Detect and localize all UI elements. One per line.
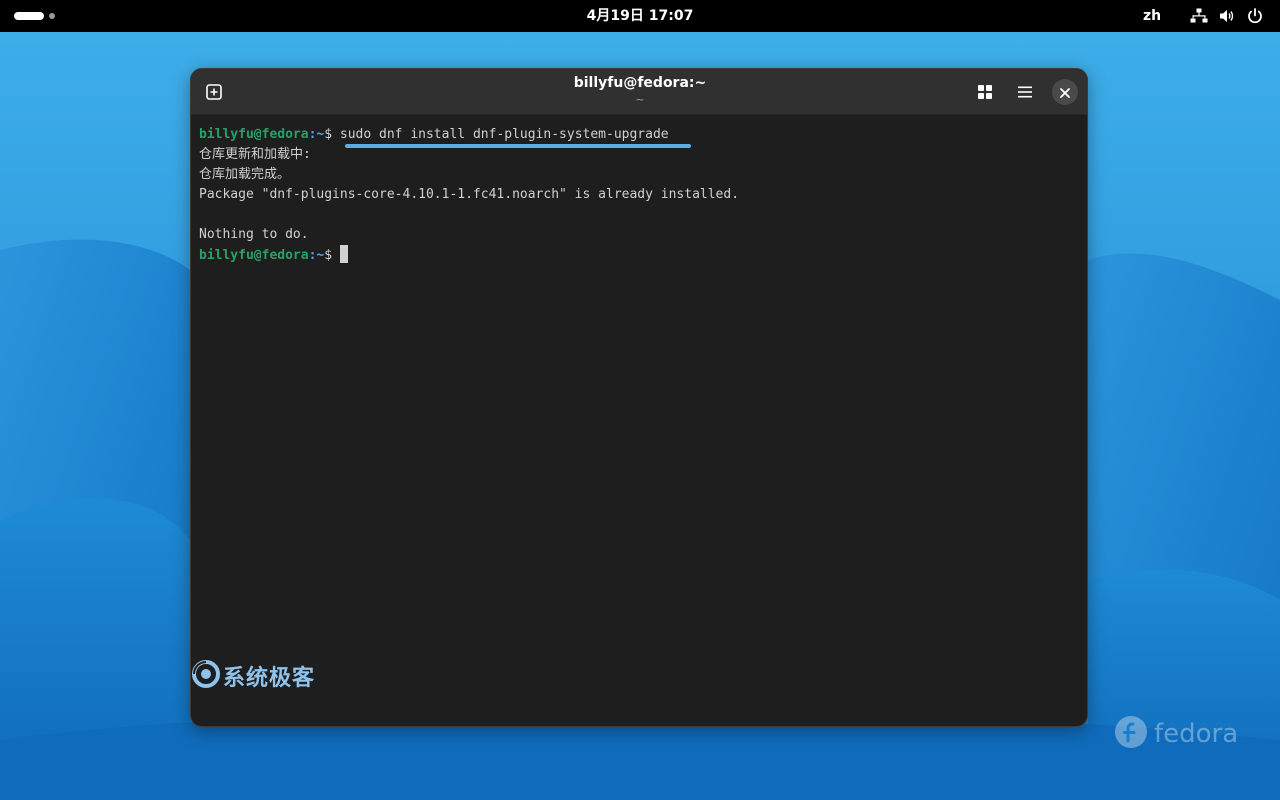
output-line: 仓库更新和加载中: xyxy=(199,147,311,162)
menu-icon xyxy=(1017,84,1033,100)
command-line: billyfu@fedora:~$ sudo dnf install dnf-p… xyxy=(199,125,1079,145)
tab-overview-icon xyxy=(977,84,993,100)
fedora-logo: fedora xyxy=(1114,716,1238,752)
watermark-logo-icon xyxy=(191,659,221,693)
window-title: billyfu@fedora:~ xyxy=(573,75,707,91)
terminal-window: billyfu@fedora:~ ~ billyfu@fedora:~$ sud… xyxy=(190,68,1088,727)
activities-indicator[interactable] xyxy=(14,11,55,21)
prompt-user: billyfu@fedora xyxy=(199,248,309,263)
active-prompt-line: billyfu@fedora:~$ xyxy=(199,245,1079,265)
prompt-symbol: $ xyxy=(324,127,340,142)
volume-icon[interactable] xyxy=(1218,7,1236,25)
watermark-text: 系统极客 xyxy=(223,666,316,691)
typed-command: sudo dnf install dnf-plugin-system-upgra… xyxy=(339,127,669,142)
power-icon[interactable] xyxy=(1246,7,1264,25)
header-bar[interactable]: billyfu@fedora:~ ~ xyxy=(191,69,1087,115)
prompt-path: :~ xyxy=(308,127,325,142)
close-icon xyxy=(1060,83,1070,102)
terminal-output[interactable]: billyfu@fedora:~$ sudo dnf install dnf-p… xyxy=(199,125,1079,265)
workspace-indicator xyxy=(49,13,55,19)
new-tab-icon xyxy=(205,83,223,101)
clock[interactable]: 4月19日 17:07 xyxy=(540,0,740,32)
fedora-logo-text: fedora xyxy=(1154,719,1239,749)
input-language-indicator[interactable]: zh xyxy=(1136,0,1168,32)
fedora-logo-icon xyxy=(1114,715,1148,753)
main-menu-button[interactable] xyxy=(1010,77,1040,107)
tab-overview-button[interactable] xyxy=(970,77,1000,107)
workspace-active-indicator xyxy=(14,12,44,20)
prompt-symbol: $ xyxy=(324,248,340,263)
new-tab-button[interactable] xyxy=(199,77,229,107)
output-line: 仓库加载完成。 xyxy=(199,167,291,182)
prompt-path: :~ xyxy=(308,248,325,263)
prompt-user: billyfu@fedora xyxy=(199,127,309,142)
output-line: Nothing to do. xyxy=(199,227,309,242)
window-subtitle: ~ xyxy=(635,93,645,106)
watermark: 系统极客 xyxy=(191,659,316,693)
command-highlight-underline xyxy=(345,144,691,148)
output-line: Package "dnf-plugins-core-4.10.1-1.fc41.… xyxy=(199,187,740,202)
top-bar: 4月19日 17:07 zh xyxy=(0,0,1280,32)
text-cursor xyxy=(339,245,348,263)
network-icon[interactable] xyxy=(1190,7,1208,25)
close-button[interactable] xyxy=(1052,79,1078,105)
